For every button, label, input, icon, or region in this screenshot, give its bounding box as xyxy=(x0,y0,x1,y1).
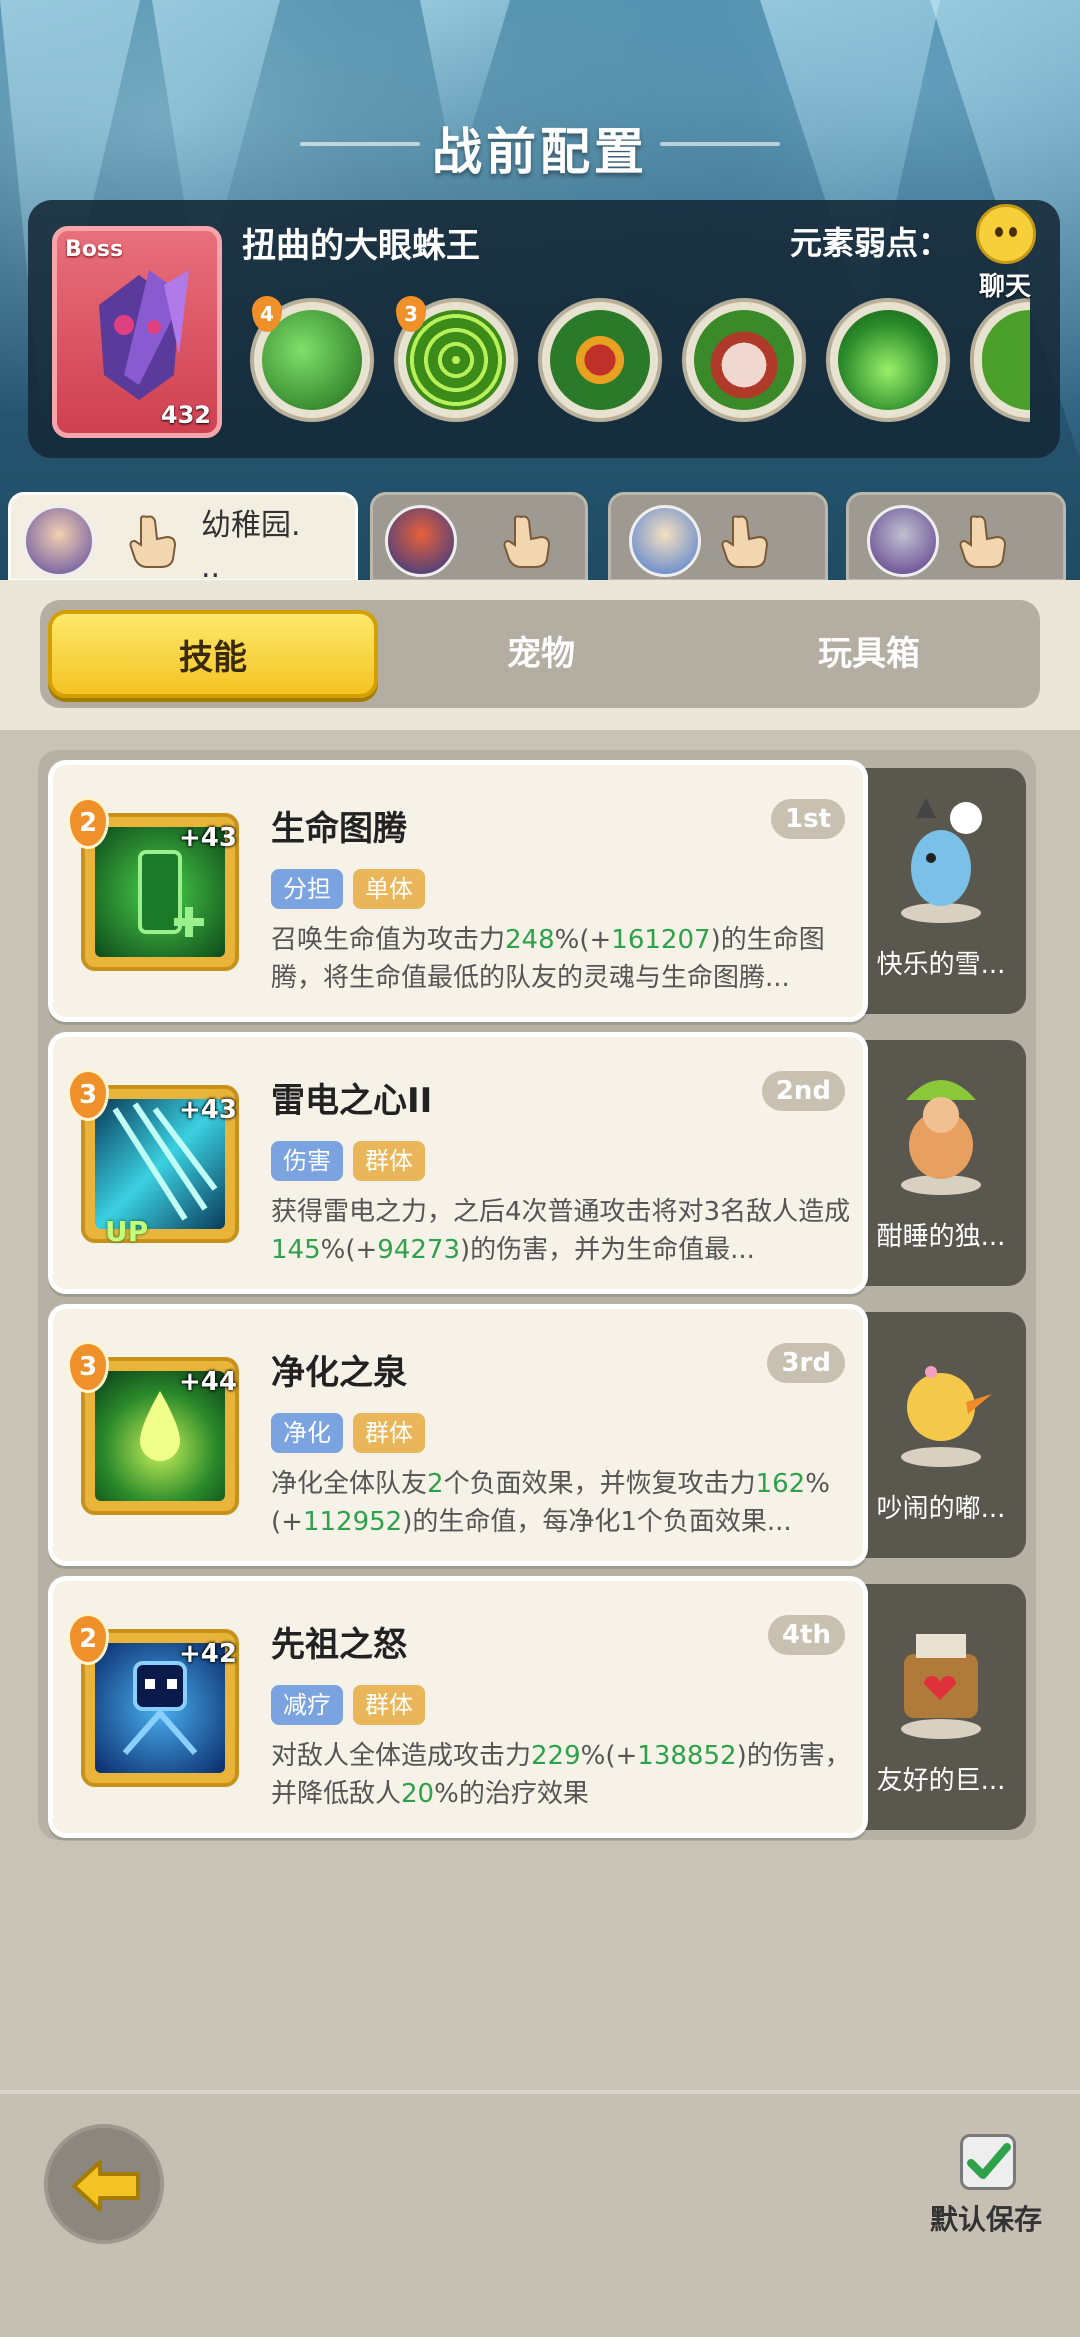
skill-bonus: +43 xyxy=(179,1095,237,1125)
team-tab-2[interactable] xyxy=(370,492,588,582)
skill-tag: 伤害 xyxy=(271,1141,343,1181)
skill-tag: 分担 xyxy=(271,869,343,909)
checkmark-icon xyxy=(967,2143,1011,2179)
upgrade-tag: UP xyxy=(105,1215,149,1248)
skill-tag: 群体 xyxy=(353,1413,425,1453)
boss-skill-boar[interactable] xyxy=(682,298,806,422)
pet-slot[interactable]: 吵闹的嘟... xyxy=(856,1312,1026,1558)
boss-skill-spiked-plant[interactable] xyxy=(538,298,662,422)
skill-rank: 1st xyxy=(771,799,845,839)
boss-name: 扭曲的大眼蛛王 xyxy=(242,226,480,266)
tap-hand-icon xyxy=(959,515,1007,568)
skill-row[interactable]: 酣睡的独... 3 +43 UP 雷电之心II 2nd 伤害 群体 获得雷电之力… xyxy=(48,1032,1026,1294)
tab-skills[interactable]: 技能 xyxy=(48,610,378,698)
bird-pet-icon xyxy=(901,1366,992,1467)
team-tab-4[interactable] xyxy=(846,492,1066,582)
snow-creature-pet-icon xyxy=(901,798,982,923)
skill-rank: 3rd xyxy=(767,1343,845,1383)
sleepy-pet-icon xyxy=(901,1080,981,1195)
skill-tag: 减疗 xyxy=(271,1685,343,1725)
chat-button[interactable]: 聊天 xyxy=(960,204,1050,302)
boss-skill-spider-web[interactable]: 3 xyxy=(394,296,518,422)
pet-name: 快乐的雪... xyxy=(876,950,1006,980)
skill-bonus: +42 xyxy=(179,1639,237,1669)
hero-avatar xyxy=(629,505,701,577)
tap-hand-icon xyxy=(129,515,177,568)
team-tab-1[interactable]: 幼稚园. .. xyxy=(8,492,358,585)
skill-card[interactable]: 3 +43 UP 雷电之心II 2nd 伤害 群体 获得雷电之力，之后4次普通攻… xyxy=(48,1032,868,1294)
boss-skill-green-slime[interactable] xyxy=(826,298,950,422)
boss-level: 432 xyxy=(160,401,211,429)
pet-name: 吵闹的嘟... xyxy=(876,1494,1006,1524)
skill-description: 净化全体队友2个负面效果，并恢复攻击力162%(+112952)的生命值，每净化… xyxy=(271,1469,830,1537)
skill-tag: 单体 xyxy=(353,869,425,909)
pet-name: 友好的巨... xyxy=(876,1766,1006,1796)
boss-skill-green-slash[interactable]: 4 xyxy=(250,296,374,422)
tab-pets[interactable]: 宠物 xyxy=(376,610,706,698)
skill-description: 召唤生命值为攻击力248%(+161207)的生命图腾，将生命值最低的队友的灵魂… xyxy=(271,925,825,993)
category-tabs: 技能 宠物 玩具箱 xyxy=(40,600,1040,708)
pet-slot[interactable]: 酣睡的独... xyxy=(856,1040,1026,1286)
weakness-label: 元素弱点： xyxy=(789,224,950,262)
spiked-plant-skill-icon xyxy=(550,310,650,410)
team-name: 幼稚园. .. xyxy=(201,508,301,585)
default-save-checkbox[interactable] xyxy=(960,2134,1016,2190)
skill-row[interactable]: 吵闹的嘟... 3 +44 净化之泉 3rd 净化 群体 净化全体队友2个负面效… xyxy=(48,1304,1026,1566)
skill-card[interactable]: 3 +44 净化之泉 3rd 净化 群体 净化全体队友2个负面效果，并恢复攻击力… xyxy=(48,1304,868,1566)
emoji-face-icon xyxy=(976,204,1036,264)
skill-rank: 2nd xyxy=(761,1071,845,1111)
boss-tag: Boss xyxy=(65,237,124,262)
skill-card[interactable]: 2 +43 生命图腾 1st 分担 单体 召唤生命值为攻击力248%(+1612… xyxy=(48,760,868,1022)
pet-name: 酣睡的独... xyxy=(876,1222,1006,1252)
skill-list: 快乐的雪... 2 +43 生命图腾 1st 分担 单体 召唤生命值为攻击力24… xyxy=(38,750,1036,1840)
back-button[interactable] xyxy=(44,2124,164,2244)
skill-rank: 4th xyxy=(767,1615,845,1655)
hero-avatar xyxy=(23,505,95,577)
back-arrow-icon xyxy=(72,2160,140,2212)
bottom-bar xyxy=(0,2090,1080,2337)
pet-slot[interactable]: 快乐的雪... xyxy=(856,768,1026,1014)
tap-hand-icon xyxy=(503,515,551,568)
boss-panel: Boss 432 扭曲的大眼蛛王 元素弱点： 4 3 聊天 xyxy=(28,200,1060,458)
boss-skill-partial[interactable] xyxy=(970,298,1030,422)
skill-tag: 群体 xyxy=(353,1141,425,1181)
chat-label: 聊天 xyxy=(978,272,1031,302)
default-save-label: 默认保存 xyxy=(930,2203,1043,2236)
boss-portrait[interactable]: Boss 432 xyxy=(52,226,222,438)
skill-row[interactable]: 快乐的雪... 2 +43 生命图腾 1st 分担 单体 召唤生命值为攻击力24… xyxy=(48,760,1026,1022)
hero-avatar xyxy=(867,505,939,577)
skill-description: 获得雷电之力，之后4次普通攻击将对3名敌人造成145%(+94273)的伤害，并… xyxy=(271,1197,851,1265)
pet-slot[interactable]: 友好的巨... xyxy=(856,1584,1026,1830)
tap-hand-icon xyxy=(721,515,769,568)
spider-boss-icon xyxy=(99,270,189,400)
skill-description: 对敌人全体造成攻击力229%(+138852)的伤害，并降低敌人20%的治疗效果 xyxy=(271,1741,851,1809)
skill-card[interactable]: 2 +42 先祖之怒 4th 减疗 群体 对敌人全体造成攻击力229%(+138… xyxy=(48,1576,868,1838)
page-title: 战前配置 xyxy=(432,123,648,181)
tab-area: 技能 宠物 玩具箱 xyxy=(0,580,1080,730)
green-slime-skill-icon xyxy=(838,310,938,410)
hero-avatar xyxy=(385,505,457,577)
skill-tag: 净化 xyxy=(271,1413,343,1453)
skill-bonus: +44 xyxy=(179,1367,237,1397)
skill-tag: 群体 xyxy=(353,1685,425,1725)
skill-name: 先祖之怒 xyxy=(271,1625,407,1665)
slime-skill-icon xyxy=(982,310,1030,410)
skill-bonus: +43 xyxy=(179,823,237,853)
skill-name: 生命图腾 xyxy=(271,809,407,849)
giant-robot-pet-icon xyxy=(901,1634,981,1739)
tab-toybox[interactable]: 玩具箱 xyxy=(704,610,1034,698)
boar-skill-icon xyxy=(694,310,794,410)
skill-row[interactable]: 友好的巨... 2 +42 先祖之怒 4th 减疗 群体 对敌人全体造成攻击力2… xyxy=(48,1576,1026,1838)
skill-name: 雷电之心II xyxy=(271,1081,433,1121)
skill-name: 净化之泉 xyxy=(271,1353,407,1393)
team-tab-3[interactable] xyxy=(608,492,828,582)
